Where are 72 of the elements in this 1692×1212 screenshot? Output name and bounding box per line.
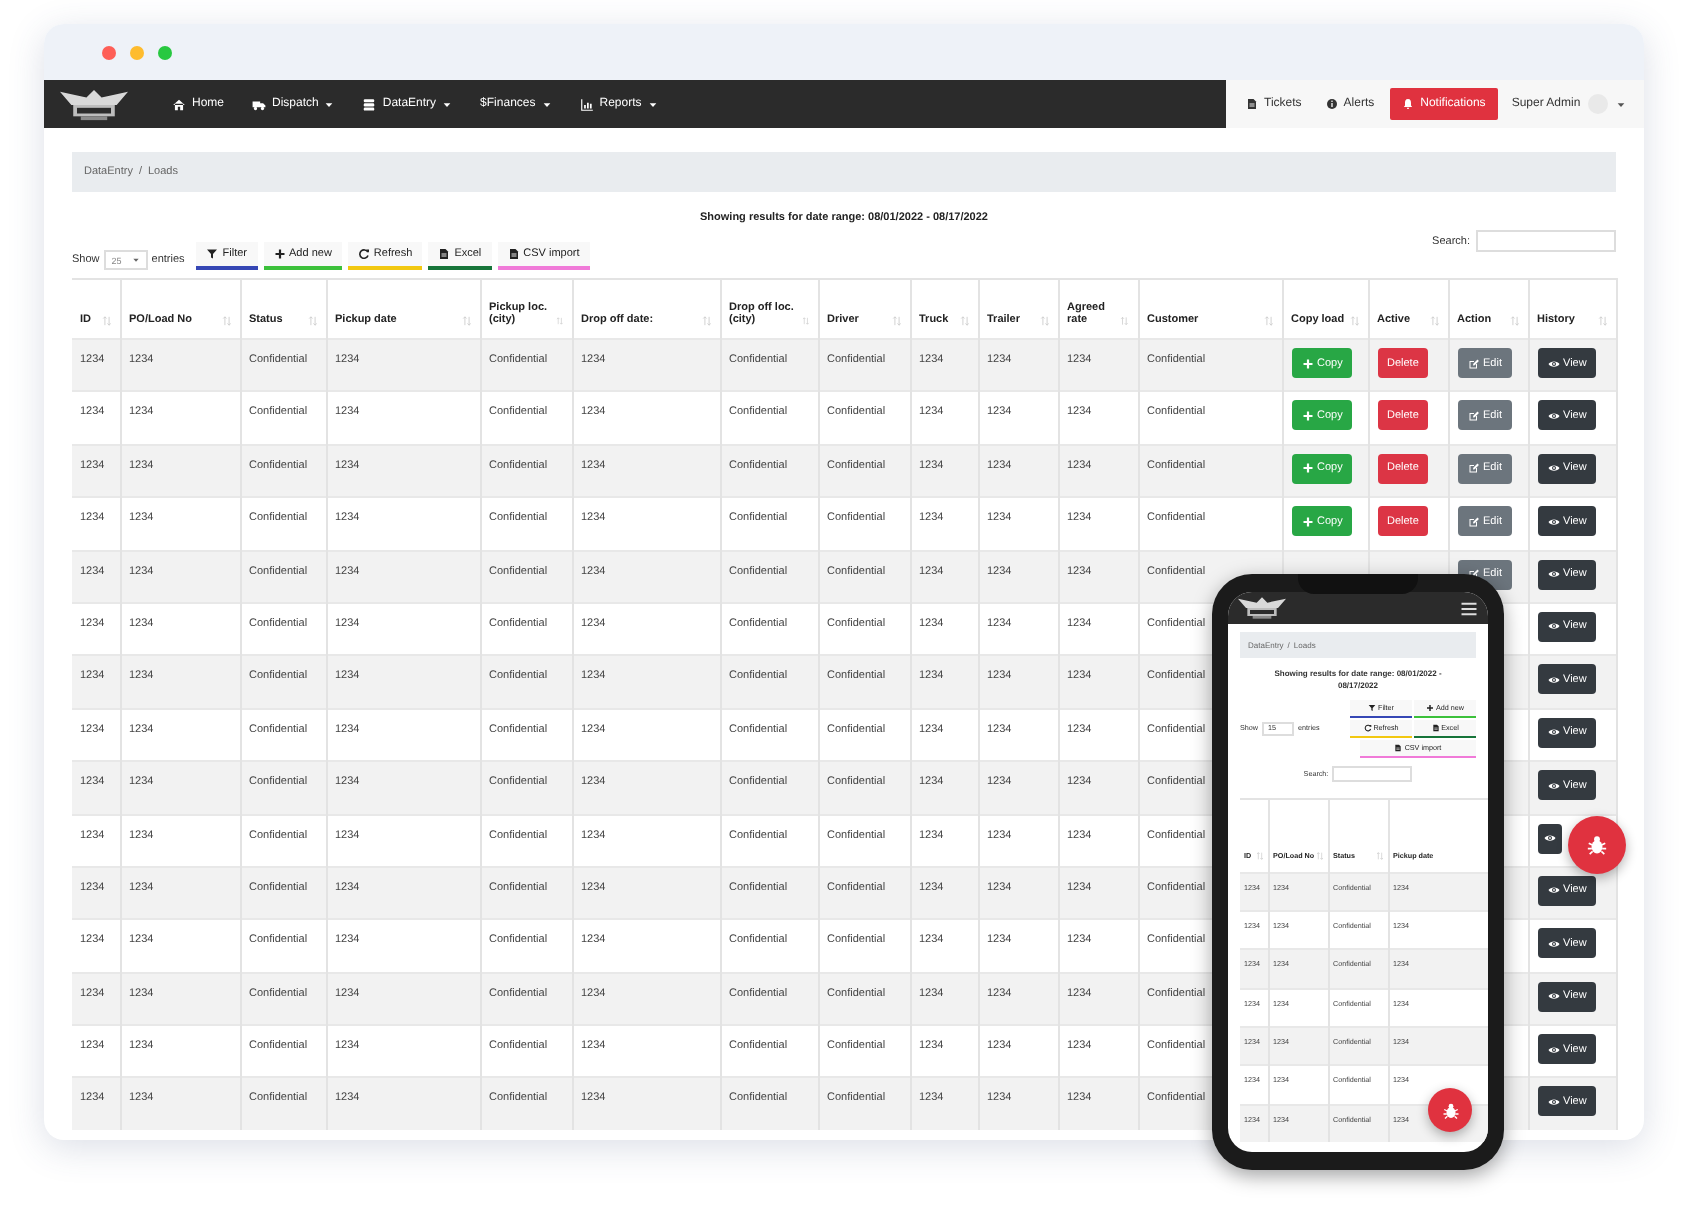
filter-icon	[206, 248, 219, 260]
refresh-icon	[1363, 723, 1372, 732]
eye-icon	[1547, 673, 1559, 686]
sort-icon	[1509, 316, 1519, 326]
search-field[interactable]	[1476, 230, 1616, 252]
sort-icon	[801, 316, 809, 326]
plus-icon	[1301, 515, 1313, 528]
logo-icon[interactable]	[60, 87, 128, 121]
bug-icon	[1586, 834, 1608, 856]
plus-icon	[1301, 409, 1313, 422]
sort-icon	[1263, 316, 1273, 326]
caret-icon	[324, 99, 335, 109]
view-button[interactable]	[1537, 823, 1561, 854]
chart-icon	[579, 97, 594, 111]
caret-icon	[647, 99, 658, 109]
bug-report-button[interactable]	[1428, 1088, 1472, 1132]
eye-icon	[1547, 357, 1559, 369]
info-icon	[1325, 98, 1338, 110]
eye-icon	[1547, 620, 1559, 633]
sort-icon	[221, 316, 231, 326]
plus-icon	[1301, 462, 1313, 475]
plus-icon	[1426, 703, 1434, 712]
eye-icon	[1547, 515, 1559, 528]
caret-icon	[1616, 99, 1627, 109]
sort-icon	[307, 316, 317, 326]
caret-icon	[442, 99, 453, 109]
bell-icon	[1402, 98, 1415, 110]
eye-icon	[1547, 990, 1559, 1003]
sort-icon	[1039, 316, 1049, 326]
edit-icon	[1467, 462, 1479, 475]
search-field[interactable]	[1332, 765, 1413, 782]
edit-icon	[1467, 409, 1479, 422]
eye-icon	[1547, 779, 1559, 792]
eye-icon	[1547, 937, 1559, 950]
sort-icon	[701, 316, 711, 326]
eye-icon	[1547, 462, 1559, 475]
window-close-control[interactable]	[102, 45, 116, 59]
database-icon	[362, 97, 377, 111]
caret-icon	[541, 99, 552, 109]
file-icon	[1431, 723, 1440, 732]
file-icon	[1246, 98, 1258, 110]
eye-icon	[1547, 409, 1559, 422]
file-icon	[1394, 743, 1403, 752]
menu-icon	[1460, 599, 1478, 617]
eye-icon	[1547, 884, 1559, 897]
edit-icon	[1467, 357, 1479, 369]
logo-icon[interactable]	[1238, 596, 1286, 620]
window-zoom-control[interactable]	[158, 45, 172, 59]
bug-icon	[1441, 1101, 1459, 1119]
edit-icon	[1467, 515, 1479, 528]
filter-icon	[1368, 703, 1376, 712]
plus-icon	[1301, 357, 1313, 369]
file-icon	[438, 248, 451, 260]
refresh-icon	[357, 248, 370, 260]
eye-icon	[1543, 832, 1555, 845]
sort-icon	[1429, 316, 1439, 326]
sort-icon	[1597, 316, 1607, 326]
eye-icon	[1547, 568, 1559, 581]
sort-icon	[891, 316, 901, 326]
plus-icon	[273, 248, 286, 260]
truck-icon	[252, 97, 267, 111]
sort-icon	[959, 316, 969, 326]
window-minimize-control[interactable]	[130, 45, 144, 59]
sort-icon	[461, 316, 471, 326]
home-icon	[172, 97, 186, 111]
sort-icon	[1120, 316, 1129, 326]
eye-icon	[1547, 726, 1559, 739]
file-icon	[507, 248, 520, 260]
eye-icon	[1547, 1043, 1559, 1056]
sort-icon	[1349, 316, 1359, 326]
eye-icon	[1547, 1095, 1559, 1108]
sort-icon	[101, 316, 111, 326]
